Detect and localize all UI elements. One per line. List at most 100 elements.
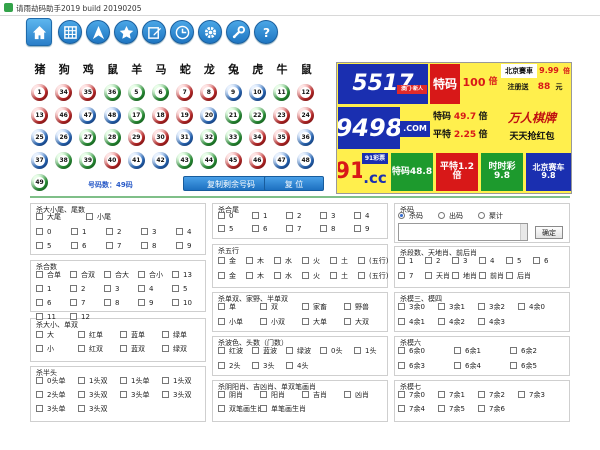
checkbox-option[interactable]: 7 bbox=[106, 242, 121, 251]
number-ball[interactable]: 47 bbox=[79, 106, 97, 124]
number-ball[interactable]: 36 bbox=[297, 129, 315, 146]
checkbox-option[interactable]: 6 bbox=[71, 242, 86, 251]
gear-icon[interactable] bbox=[198, 20, 222, 44]
number-ball[interactable]: 37 bbox=[31, 151, 48, 169]
number-ball[interactable]: 48 bbox=[297, 151, 315, 169]
checkbox-option[interactable]: 1头双 bbox=[162, 377, 191, 386]
checkbox-option[interactable]: (五行) bbox=[358, 257, 388, 266]
number-ball[interactable]: 33 bbox=[224, 129, 242, 146]
checkbox-option[interactable]: 4余0 bbox=[518, 303, 545, 312]
checkbox-option[interactable]: 合大 bbox=[104, 271, 129, 280]
number-ball[interactable]: 34 bbox=[248, 129, 266, 146]
number-ball[interactable]: 36 bbox=[103, 84, 121, 101]
checkbox-option[interactable]: 吉肖 bbox=[302, 391, 327, 400]
checkbox-option[interactable]: 8 bbox=[141, 242, 156, 251]
checkbox-option[interactable]: (五行) bbox=[358, 272, 388, 281]
checkbox-option[interactable]: 7余6 bbox=[478, 405, 505, 414]
checkbox-option[interactable]: 0 bbox=[218, 212, 233, 221]
checkbox-option[interactable]: 火 bbox=[302, 257, 320, 266]
checkbox-option[interactable]: 4 bbox=[354, 212, 369, 221]
number-ball[interactable]: 9 bbox=[224, 84, 242, 101]
checkbox-option[interactable]: 4 bbox=[479, 257, 494, 266]
checkbox-option[interactable]: 后肖 bbox=[506, 272, 531, 281]
confirm-button[interactable]: 确定 bbox=[535, 226, 563, 239]
number-ball[interactable]: 5 bbox=[127, 84, 145, 101]
checkbox-option[interactable]: 0 bbox=[36, 228, 51, 237]
checkbox-option[interactable]: 绿双 bbox=[162, 345, 187, 354]
checkbox-option[interactable]: 火 bbox=[302, 272, 320, 281]
checkbox-option[interactable]: 7 bbox=[70, 299, 85, 308]
checkbox-option[interactable]: 木 bbox=[246, 257, 264, 266]
checkbox-option[interactable]: 大 bbox=[36, 331, 54, 340]
checkbox-option[interactable]: 土 bbox=[330, 257, 348, 266]
checkbox-option[interactable]: 水 bbox=[274, 257, 292, 266]
checkbox-option[interactable]: 合单 bbox=[36, 271, 61, 280]
checkbox-option[interactable]: 1头双 bbox=[78, 377, 107, 386]
checkbox-option[interactable]: 3头 bbox=[252, 362, 274, 371]
checkbox-option[interactable]: 前肖 bbox=[479, 272, 504, 281]
checkbox-option[interactable]: 红波 bbox=[218, 347, 243, 356]
number-ball[interactable]: 44 bbox=[200, 151, 218, 169]
number-ball[interactable]: 13 bbox=[31, 106, 48, 124]
checkbox-option[interactable]: 6 bbox=[36, 299, 51, 308]
checkbox-option[interactable]: 6余2 bbox=[510, 347, 537, 356]
number-ball[interactable]: 46 bbox=[248, 151, 266, 169]
number-ball[interactable]: 40 bbox=[103, 151, 121, 169]
checkbox-option[interactable]: 5 bbox=[172, 285, 187, 294]
checkbox-option[interactable]: 2头 bbox=[218, 362, 240, 371]
number-ball[interactable]: 28 bbox=[103, 129, 121, 146]
checkbox-option[interactable]: 11 bbox=[36, 313, 56, 322]
checkbox-option[interactable]: 1 bbox=[71, 228, 86, 237]
checkbox-option[interactable]: 土 bbox=[330, 272, 348, 281]
checkbox-option[interactable]: 小 bbox=[36, 345, 54, 354]
checkbox-option[interactable]: 6余5 bbox=[510, 362, 537, 371]
number-ball[interactable]: 12 bbox=[297, 84, 315, 101]
checkbox-option[interactable]: 3头双 bbox=[162, 391, 191, 400]
number-ball[interactable]: 46 bbox=[55, 106, 73, 124]
radio-option[interactable]: 杀码 bbox=[398, 212, 423, 221]
number-ball[interactable]: 34 bbox=[55, 84, 73, 101]
checkbox-option[interactable]: 1 bbox=[398, 257, 413, 266]
checkbox-option[interactable]: 5 bbox=[506, 257, 521, 266]
checkbox-option[interactable]: 小单 bbox=[218, 318, 243, 327]
checkbox-option[interactable]: 双笔画生肖 bbox=[218, 405, 264, 414]
checkbox-option[interactable]: 蓝单 bbox=[120, 331, 145, 340]
number-ball[interactable]: 45 bbox=[224, 151, 242, 169]
number-ball[interactable]: 23 bbox=[273, 106, 290, 124]
checkbox-option[interactable]: 7余5 bbox=[438, 405, 465, 414]
checkbox-option[interactable]: 阳肖 bbox=[260, 391, 285, 400]
checkbox-option[interactable]: 2 bbox=[425, 257, 440, 266]
checkbox-option[interactable]: 0头 bbox=[320, 347, 342, 356]
clock-icon[interactable] bbox=[170, 20, 194, 44]
checkbox-option[interactable]: 凶肖 bbox=[344, 391, 369, 400]
number-ball[interactable]: 10 bbox=[248, 84, 266, 101]
checkbox-option[interactable]: 8 bbox=[320, 225, 335, 234]
checkbox-option[interactable]: 7余2 bbox=[478, 391, 505, 400]
checkbox-option[interactable]: 7 bbox=[286, 225, 301, 234]
checkbox-option[interactable]: 红单 bbox=[78, 331, 103, 340]
checkbox-option[interactable]: 地肖 bbox=[452, 272, 477, 281]
number-ball[interactable]: 7 bbox=[176, 84, 194, 101]
number-ball[interactable]: 49 bbox=[31, 174, 48, 191]
checkbox-option[interactable]: 金 bbox=[218, 257, 236, 266]
number-ball[interactable]: 35 bbox=[273, 129, 290, 146]
number-ball[interactable]: 8 bbox=[200, 84, 218, 101]
number-ball[interactable]: 19 bbox=[176, 106, 194, 124]
number-ball[interactable]: 39 bbox=[79, 151, 97, 169]
checkbox-option[interactable]: 4 bbox=[176, 228, 191, 237]
reset-button[interactable]: 复 位 bbox=[264, 176, 324, 191]
checkbox-option[interactable]: 6余0 bbox=[398, 347, 425, 356]
checkbox-option[interactable]: 蓝双 bbox=[120, 345, 145, 354]
checkbox-option[interactable]: 1头单 bbox=[120, 377, 149, 386]
checkbox-option[interactable]: 13 bbox=[172, 271, 192, 280]
number-ball[interactable]: 20 bbox=[200, 106, 218, 124]
checkbox-option[interactable]: 合双 bbox=[70, 271, 95, 280]
checkbox-option[interactable]: 6 bbox=[533, 257, 548, 266]
number-ball[interactable]: 24 bbox=[297, 106, 315, 124]
checkbox-option[interactable]: 小尾 bbox=[86, 213, 111, 222]
checkbox-option[interactable]: 蓝波 bbox=[252, 347, 277, 356]
checkbox-option[interactable]: 3 bbox=[104, 285, 119, 294]
checkbox-option[interactable]: 3头双 bbox=[78, 405, 107, 414]
checkbox-option[interactable]: 10 bbox=[172, 299, 192, 308]
number-ball[interactable]: 6 bbox=[152, 84, 169, 101]
